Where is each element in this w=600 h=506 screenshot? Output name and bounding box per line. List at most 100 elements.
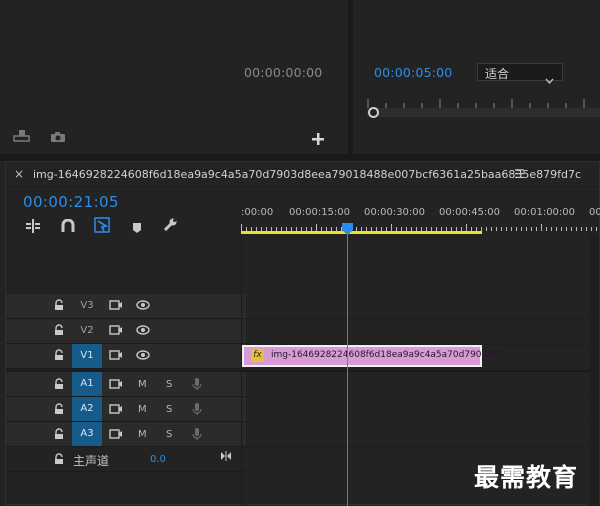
lock-icon[interactable] <box>54 428 64 444</box>
time-ruler[interactable]: :00:00 00:00:15:00 00:00:30:00 00:00:45:… <box>241 187 600 235</box>
solo-button[interactable]: S <box>166 379 172 390</box>
ruler-label: 00:00:30:00 <box>364 207 426 218</box>
sync-lock-icon[interactable] <box>109 428 123 444</box>
sync-lock-icon[interactable] <box>109 299 123 315</box>
track-label[interactable]: V2 <box>72 325 102 336</box>
track-header-a2: A2 M S <box>6 397 246 422</box>
eye-icon[interactable] <box>136 325 150 339</box>
track-header-v3: V3 <box>6 294 246 319</box>
ruler-tick <box>576 227 577 231</box>
ruler-tick <box>496 227 497 231</box>
master-volume-value[interactable]: 0.0 <box>150 454 166 465</box>
ruler-tick <box>581 227 582 231</box>
solo-button[interactable]: S <box>166 404 172 415</box>
ruler-tick <box>391 224 392 231</box>
sequence-tab-title[interactable]: img-1646928224608f6d18ea9a9c4a5a70d7903d… <box>33 168 581 181</box>
track-header-spacer <box>6 235 241 293</box>
eye-icon[interactable] <box>136 300 150 314</box>
close-icon[interactable]: × <box>14 167 24 181</box>
work-area-bar[interactable] <box>241 231 482 234</box>
lock-icon[interactable] <box>54 378 64 394</box>
fx-badge[interactable]: fx <box>251 349 264 362</box>
insert-edit-icon[interactable] <box>26 218 40 233</box>
ruler-tick <box>536 227 537 231</box>
add-button-icon[interactable] <box>312 130 324 145</box>
track-header-v1: V1 <box>6 344 246 369</box>
video-clip[interactable]: fx img-1646928224608f6d18ea9a9c4a5a70d79… <box>242 345 499 367</box>
clip-name: img-1646928224608f6d18ea9a9c4a5a70d7903d… <box>271 350 499 360</box>
microphone-icon[interactable] <box>192 377 202 395</box>
ruler-tick <box>511 227 512 231</box>
sync-lock-icon[interactable] <box>109 378 123 394</box>
playhead-timecode[interactable]: 00:00:21:05 <box>23 193 119 211</box>
export-frame-icon[interactable] <box>13 127 31 142</box>
collapse-expand-icon[interactable] <box>220 451 232 465</box>
lock-icon[interactable] <box>54 453 64 469</box>
lock-icon[interactable] <box>54 403 64 419</box>
source-timecode[interactable]: 00:00:00:00 <box>244 65 322 80</box>
source-monitor: 00:00:00:00 <box>0 0 348 154</box>
ruler-label: 00:01:00:00 <box>514 207 576 218</box>
ruler-tick <box>506 227 507 231</box>
track-header-master: 主声道 0.0 <box>6 447 246 472</box>
camera-icon[interactable] <box>50 128 66 142</box>
zoom-select-value: 适合 <box>485 67 510 81</box>
ruler-tick <box>466 224 467 231</box>
track-header-v2: V2 <box>6 319 246 344</box>
track-target-v1[interactable]: V1 <box>72 344 102 368</box>
track-target-a1[interactable]: A1 <box>72 372 102 396</box>
ruler-tick <box>241 224 242 231</box>
timeline-tab-bar: × img-1646928224608f6d18ea9a9c4a5a70d790… <box>6 162 599 187</box>
timeline-panel: × img-1646928224608f6d18ea9a9c4a5a70d790… <box>5 161 600 506</box>
ruler-tick <box>531 227 532 231</box>
program-timecode[interactable]: 00:00:05:00 <box>374 65 452 80</box>
ruler-tick <box>526 227 527 231</box>
sync-lock-icon[interactable] <box>109 324 123 340</box>
vertical-scrollbar[interactable] <box>589 235 599 506</box>
mute-button[interactable]: M <box>138 429 147 440</box>
track-header-a1: A1 M S <box>6 372 246 397</box>
sync-lock-icon[interactable] <box>109 403 123 419</box>
add-marker-icon[interactable] <box>132 219 142 233</box>
header-divider <box>241 235 242 506</box>
track-lane-divider <box>246 422 600 423</box>
eye-icon[interactable] <box>136 350 150 364</box>
program-scrub-bar[interactable] <box>367 108 600 117</box>
ruler-tick <box>596 227 597 231</box>
ruler-tick <box>551 227 552 231</box>
ruler-tick <box>556 227 557 231</box>
track-label[interactable]: V3 <box>72 300 102 311</box>
ruler-tick <box>491 227 492 231</box>
ruler-tick <box>501 227 502 231</box>
lock-icon[interactable] <box>54 299 64 315</box>
track-target-a3[interactable]: A3 <box>72 422 102 446</box>
lock-icon[interactable] <box>54 349 64 365</box>
mute-button[interactable]: M <box>138 404 147 415</box>
track-lane-divider <box>246 319 600 320</box>
panel-menu-icon[interactable]: ☰ <box>514 167 525 181</box>
zoom-select[interactable]: 适合 <box>477 63 563 85</box>
program-playhead-handle[interactable] <box>368 107 379 118</box>
ruler-tick <box>561 227 562 231</box>
ruler-label: 00:00:15:00 <box>289 207 351 218</box>
solo-button[interactable]: S <box>166 429 172 440</box>
ruler-tick <box>566 227 567 231</box>
sync-lock-icon[interactable] <box>109 349 123 365</box>
wrench-settings-icon[interactable] <box>163 217 178 232</box>
mute-button[interactable]: M <box>138 379 147 390</box>
ruler-tick <box>316 224 317 231</box>
lock-icon[interactable] <box>54 324 64 340</box>
track-target-a2[interactable]: A2 <box>72 397 102 421</box>
watermark-logo: 最需教育 <box>474 463 579 492</box>
ruler-tick <box>486 227 487 231</box>
ruler-tick <box>521 227 522 231</box>
chevron-down-icon <box>545 69 554 88</box>
program-ruler[interactable] <box>367 96 600 109</box>
snap-magnet-icon[interactable] <box>61 218 75 232</box>
panel-splitter-horizontal[interactable] <box>0 154 600 161</box>
microphone-icon[interactable] <box>192 402 202 420</box>
microphone-icon[interactable] <box>192 427 202 445</box>
linked-selection-icon[interactable] <box>94 217 110 233</box>
track-lane-divider <box>246 447 600 448</box>
ruler-label: :00:00 <box>241 207 274 218</box>
